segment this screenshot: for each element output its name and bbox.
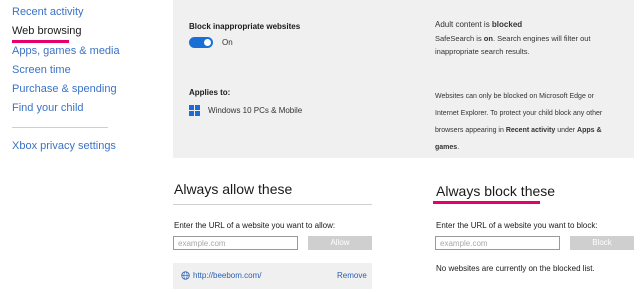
allow-section-title: Always allow these: [174, 181, 293, 197]
allow-button[interactable]: Allow: [308, 236, 372, 250]
nav-web-browsing[interactable]: Web browsing: [12, 25, 82, 37]
browser-note: Websites can only be blocked on Microsof…: [435, 93, 603, 151]
blocked-empty-text: No websites are currently on the blocked…: [436, 264, 595, 273]
nav-find-your-child[interactable]: Find your child: [12, 102, 84, 114]
safesearch-value: on: [483, 34, 493, 43]
adult-status-value: blocked: [491, 20, 523, 29]
adult-content-status: Adult content is blocked: [435, 20, 523, 29]
block-inappropriate-label: Block inappropriate websites: [189, 22, 301, 31]
toggle-knob: [204, 39, 211, 46]
device-label: Windows 10 PCs & Mobile: [208, 106, 303, 115]
remove-site-link[interactable]: Remove: [337, 271, 367, 280]
block-url-label: Enter the URL of a website you want to b…: [436, 221, 598, 230]
allowed-site-url[interactable]: http://beebom.com/: [193, 271, 261, 280]
block-websites-toggle[interactable]: [189, 37, 213, 48]
active-nav-indicator: [12, 40, 69, 43]
allow-url-label: Enter the URL of a website you want to a…: [174, 221, 336, 230]
safesearch-status: SafeSearch is on. Search engines will fi…: [435, 34, 591, 43]
block-section-title: Always block these: [436, 183, 556, 199]
nav-recent-activity[interactable]: Recent activity: [12, 6, 84, 18]
block-url-input[interactable]: [435, 236, 560, 250]
toggle-state-label: On: [222, 38, 233, 47]
nav-apps-games-media[interactable]: Apps, games & media: [12, 45, 120, 57]
allow-url-input[interactable]: [173, 236, 298, 250]
safesearch-description: inappropriate search results.: [435, 47, 530, 56]
applies-to-label: Applies to:: [189, 88, 231, 97]
block-button[interactable]: Block: [570, 236, 634, 250]
nav-screen-time[interactable]: Screen time: [12, 64, 71, 76]
block-title-underline: [433, 201, 540, 204]
nav-divider: [12, 127, 108, 128]
globe-icon: [181, 271, 190, 280]
nav-purchase-spending[interactable]: Purchase & spending: [12, 83, 117, 95]
nav-xbox-privacy[interactable]: Xbox privacy settings: [12, 140, 116, 152]
windows-icon: [189, 105, 200, 116]
allow-title-divider: [173, 204, 372, 205]
